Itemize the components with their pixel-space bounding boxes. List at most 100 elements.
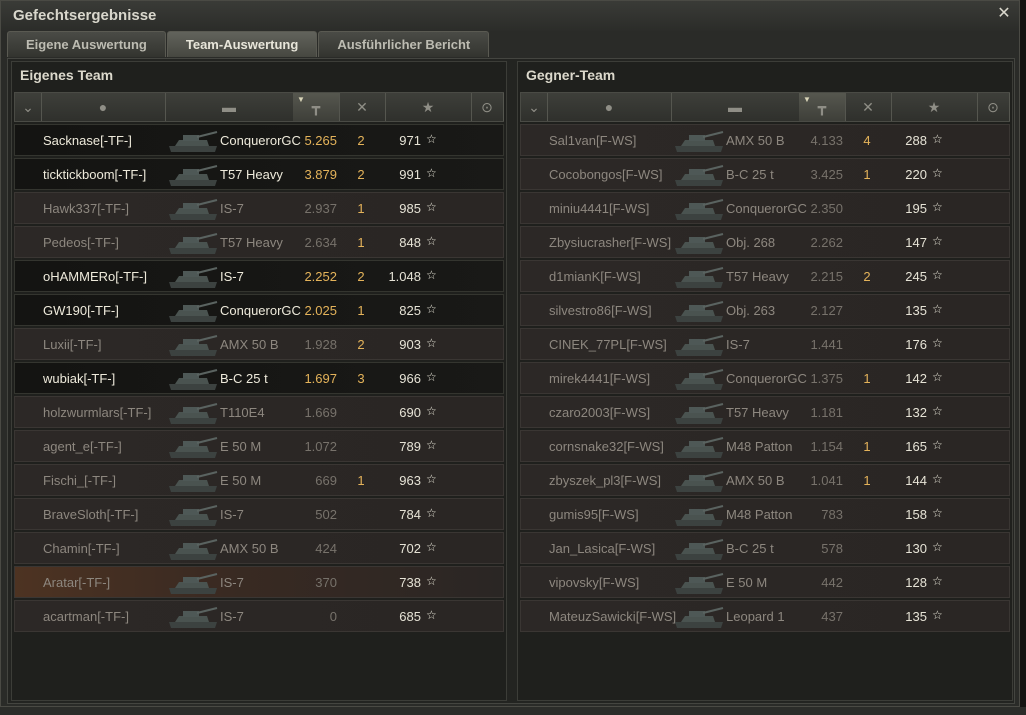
table-row[interactable]: Pedeos[-TF-] T57 Heavy 2.634 1 848 ☆: [14, 226, 504, 258]
tab-team-auswertung[interactable]: Team-Auswertung: [166, 31, 318, 57]
star-icon: ☆: [932, 234, 943, 248]
table-row[interactable]: Aratar[-TF-] IS-7 370 738 ☆: [14, 566, 504, 598]
own-team-title: Eigenes Team: [20, 67, 114, 83]
table-row[interactable]: cornsnake32[F-WS] M48 Patton 1.154 1 165 ☆: [520, 430, 1010, 462]
tank-icon: ▬: [728, 99, 742, 115]
table-row[interactable]: Cocobongos[F-WS] B-C 25 t 3.425 1 220 ☆: [520, 158, 1010, 190]
damage-column-header[interactable]: ┳ ▼: [293, 93, 340, 121]
person-icon: ●: [98, 99, 108, 115]
rank-column-header[interactable]: ⌄: [521, 93, 548, 121]
xp-column-header[interactable]: ★: [385, 93, 472, 121]
kills-value: 4: [863, 133, 871, 148]
star-icon: ☆: [932, 268, 943, 282]
damage-value: 1.441: [810, 337, 843, 352]
xp-value: 165: [905, 439, 927, 454]
medal-column-header[interactable]: ⊙: [977, 93, 1010, 121]
tab-ausfuehrlicher-bericht[interactable]: Ausführlicher Bericht: [318, 31, 490, 57]
table-row[interactable]: miniu4441[F-WS] ConquerorGC 2.350 195 ☆: [520, 192, 1010, 224]
damage-value: 5.265: [304, 133, 337, 148]
table-row[interactable]: Luxii[-TF-] AMX 50 B 1.928 2 903 ☆: [14, 328, 504, 360]
player-column-header[interactable]: ●: [41, 93, 166, 121]
xp-value: 702: [399, 541, 421, 556]
xp-value: 963: [399, 473, 421, 488]
damage-value: 437: [821, 609, 843, 624]
kills-column-header[interactable]: ✕: [339, 93, 386, 121]
xp-value: 903: [399, 337, 421, 352]
damage-value: 2.025: [304, 303, 337, 318]
kills-value: 1: [357, 473, 365, 488]
table-row[interactable]: acartman[-TF-] IS-7 0 685 ☆: [14, 600, 504, 632]
tank-column-header[interactable]: ▬: [671, 93, 800, 121]
table-row[interactable]: GW190[-TF-] ConquerorGC 2.025 1 825 ☆: [14, 294, 504, 326]
star-icon: ☆: [932, 200, 943, 214]
medal-column-header[interactable]: ⊙: [471, 93, 504, 121]
tank-icon: [167, 262, 219, 290]
tank-column-header[interactable]: ▬: [165, 93, 294, 121]
damage-value: 4.133: [810, 133, 843, 148]
kills-column-header[interactable]: ✕: [845, 93, 892, 121]
table-row[interactable]: Hawk337[-TF-] IS-7 2.937 1 985 ☆: [14, 192, 504, 224]
player-column-header[interactable]: ●: [547, 93, 672, 121]
star-icon: ☆: [426, 132, 437, 146]
damage-value: 3.425: [810, 167, 843, 182]
damage-value: 1.669: [304, 405, 337, 420]
table-row[interactable]: holzwurmlars[-TF-] T110E4 1.669 690 ☆: [14, 396, 504, 428]
table-row[interactable]: gumis95[F-WS] M48 Patton 783 158 ☆: [520, 498, 1010, 530]
destroyed-tank-icon: ✕: [862, 98, 874, 115]
table-row[interactable]: czaro2003[F-WS] T57 Heavy 1.181 132 ☆: [520, 396, 1010, 428]
tank-icon: [167, 228, 219, 256]
xp-column-header[interactable]: ★: [891, 93, 978, 121]
kills-value: 2: [357, 337, 365, 352]
sort-arrow-icon: ▼: [803, 95, 811, 104]
table-row[interactable]: Chamin[-TF-] AMX 50 B 424 702 ☆: [14, 532, 504, 564]
table-row[interactable]: d1mianK[F-WS] T57 Heavy 2.215 2 245 ☆: [520, 260, 1010, 292]
table-row[interactable]: wubiak[-TF-] B-C 25 t 1.697 3 966 ☆: [14, 362, 504, 394]
xp-value: 144: [905, 473, 927, 488]
tank-icon: ▬: [222, 99, 236, 115]
star-icon: ☆: [932, 438, 943, 452]
table-row[interactable]: BraveSloth[-TF-] IS-7 502 784 ☆: [14, 498, 504, 530]
table-row[interactable]: mirek4441[F-WS] ConquerorGC 1.375 1 142 ☆: [520, 362, 1010, 394]
table-row[interactable]: CINEK_77PL[F-WS] IS-7 1.441 176 ☆: [520, 328, 1010, 360]
damage-value: 1.375: [810, 371, 843, 386]
star-icon: ☆: [426, 540, 437, 554]
kills-value: 2: [357, 133, 365, 148]
close-icon[interactable]: ✕: [995, 5, 1013, 23]
xp-value: 245: [905, 269, 927, 284]
rank-column-header[interactable]: ⌄: [15, 93, 42, 121]
star-icon: ☆: [932, 608, 943, 622]
star-icon: ☆: [932, 404, 943, 418]
damage-value: 669: [315, 473, 337, 488]
damage-value: 2.937: [304, 201, 337, 216]
table-row[interactable]: vipovsky[F-WS] E 50 M 442 128 ☆: [520, 566, 1010, 598]
tank-icon: [673, 228, 725, 256]
medal-icon: ⊙: [987, 98, 999, 115]
xp-value: 1.048: [388, 269, 421, 284]
table-row[interactable]: MateuzSawicki[F-WS] Leopard 1 437 135 ☆: [520, 600, 1010, 632]
tab-eigene-auswertung[interactable]: Eigene Auswertung: [7, 31, 166, 57]
tab-bar: Eigene Auswertung Team-Auswertung Ausführl…: [7, 31, 490, 58]
table-row[interactable]: Sacknase[-TF-] ConquerorGC 5.265 2 971 ☆: [14, 124, 504, 156]
damage-value: 0: [329, 609, 337, 624]
table-row[interactable]: Sal1van[F-WS] AMX 50 B 4.133 4 288 ☆: [520, 124, 1010, 156]
own-team-header: ⌄ ● ▬ ┳ ▼ ✕ ★ ⊙: [14, 92, 504, 122]
table-row[interactable]: zbyszek_pl3[F-WS] AMX 50 B 1.041 1 144 ☆: [520, 464, 1010, 496]
table-row[interactable]: agent_e[-TF-] E 50 M 1.072 789 ☆: [14, 430, 504, 462]
star-icon: ☆: [426, 574, 437, 588]
table-row[interactable]: silvestro86[F-WS] Obj. 263 2.127 135 ☆: [520, 294, 1010, 326]
destroyed-tank-icon: ✕: [356, 98, 368, 115]
damage-value: 370: [315, 575, 337, 590]
xp-value: 220: [905, 167, 927, 182]
table-row[interactable]: ticktickboom[-TF-] T57 Heavy 3.879 2 991 ☆: [14, 158, 504, 190]
damage-column-header[interactable]: ┳ ▼: [799, 93, 846, 121]
table-row[interactable]: Fischi_[-TF-] E 50 M 669 1 963 ☆: [14, 464, 504, 496]
table-row[interactable]: Zbysiucrasher[F-WS] Obj. 268 2.262 147 ☆: [520, 226, 1010, 258]
tank-icon: [673, 262, 725, 290]
star-icon: ☆: [932, 336, 943, 350]
battle-results-window: Gefechtsergebnisse ✕ Eigene Auswertung Te…: [0, 0, 1020, 707]
star-icon: ☆: [426, 302, 437, 316]
table-row[interactable]: Jan_Lasica[F-WS] B-C 25 t 578 130 ☆: [520, 532, 1010, 564]
xp-value: 288: [905, 133, 927, 148]
window-title: Gefechtsergebnisse: [1, 1, 1019, 31]
table-row[interactable]: oHAMMERo[-TF-] IS-7 2.252 2 1.048 ☆: [14, 260, 504, 292]
